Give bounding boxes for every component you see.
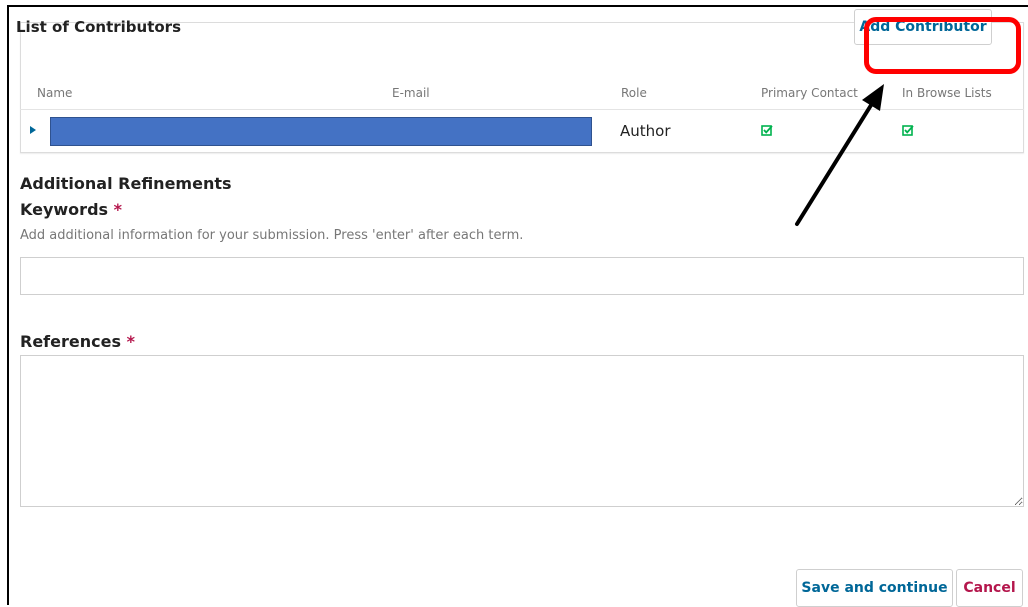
contributor-role: Author — [620, 122, 671, 140]
add-contributor-button[interactable]: Add Contributor — [854, 9, 992, 45]
keywords-help-text: Add additional information for your subm… — [20, 228, 524, 243]
cancel-button[interactable]: Cancel — [956, 569, 1023, 607]
contributors-title: List of Contributors — [16, 18, 181, 36]
keywords-label: Keywords * — [20, 200, 122, 219]
references-textarea[interactable] — [20, 355, 1024, 507]
primary-contact-check-icon[interactable] — [761, 124, 773, 136]
column-header-role: Role — [621, 86, 647, 100]
keywords-required-mark: * — [113, 200, 122, 219]
table-divider — [20, 109, 1024, 110]
column-header-in-browse-lists: In Browse Lists — [902, 86, 992, 100]
keywords-input[interactable] — [20, 257, 1024, 295]
redacted-contributor-details — [50, 117, 592, 146]
additional-refinements-heading: Additional Refinements — [20, 174, 232, 193]
references-required-mark: * — [126, 332, 135, 351]
column-header-primary-contact: Primary Contact — [761, 86, 858, 100]
in-browse-lists-check-icon[interactable] — [902, 124, 914, 136]
keywords-label-text: Keywords — [20, 200, 109, 219]
column-header-email: E-mail — [392, 86, 430, 100]
references-label-text: References — [20, 332, 121, 351]
save-and-continue-button[interactable]: Save and continue — [796, 569, 953, 607]
expand-triangle-icon[interactable] — [30, 126, 36, 134]
column-header-name: Name — [37, 86, 73, 100]
references-label: References * — [20, 332, 135, 351]
